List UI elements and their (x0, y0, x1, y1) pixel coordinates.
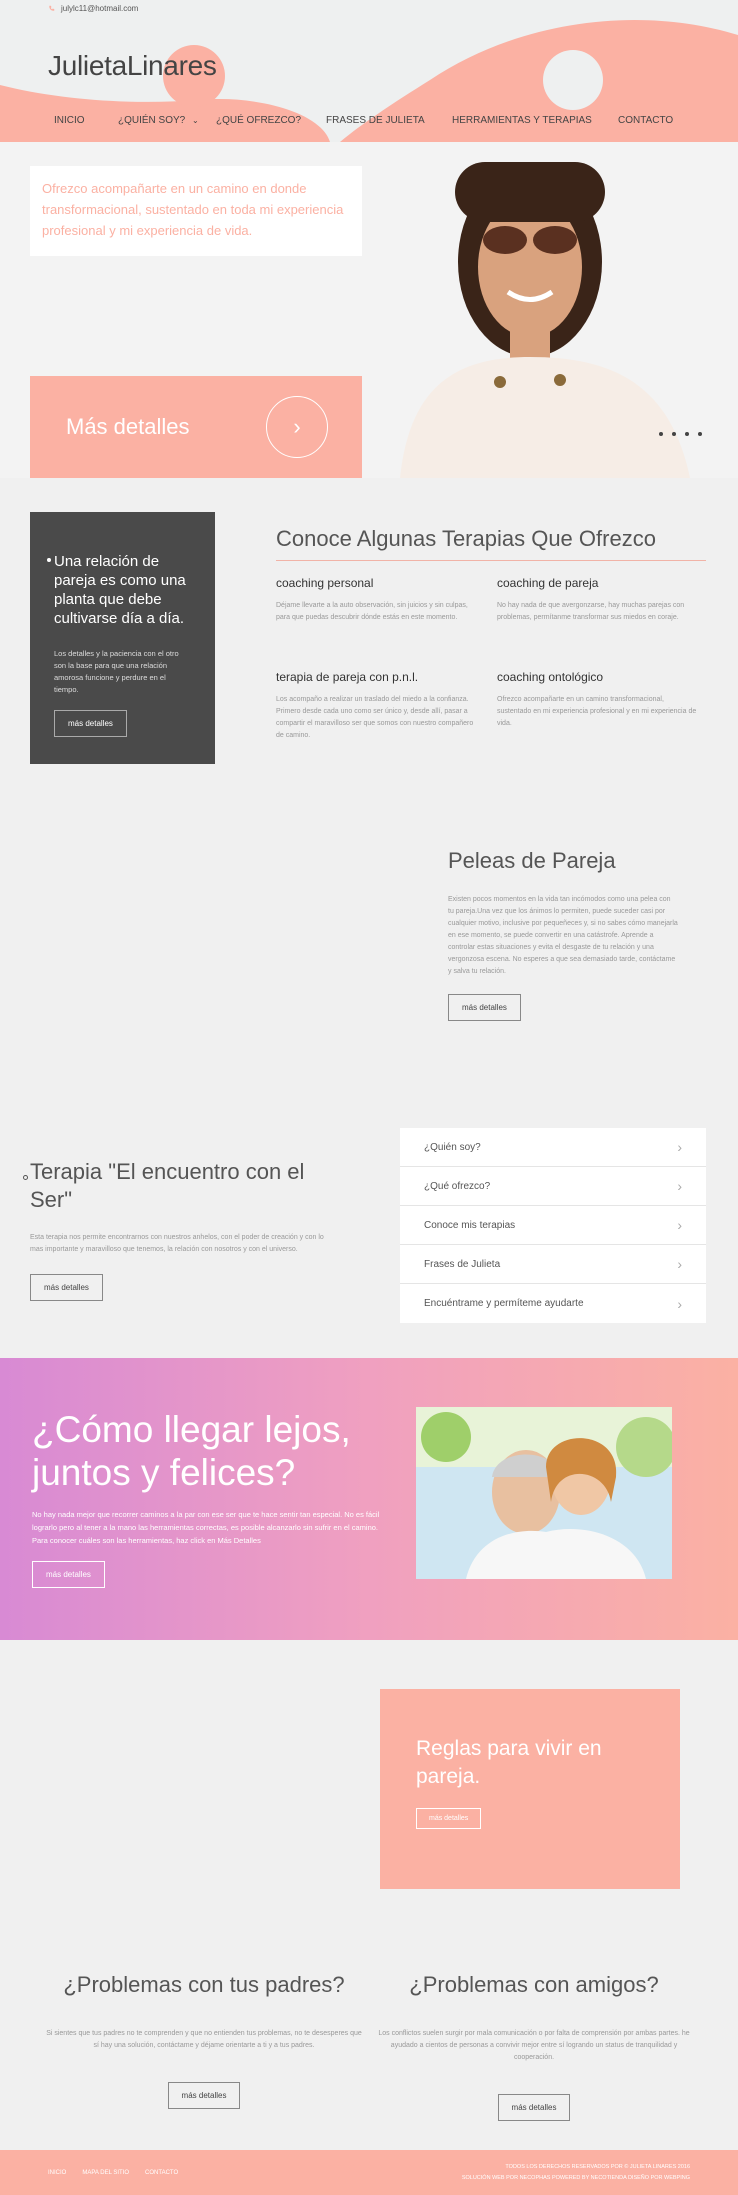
therapy-item[interactable]: coaching de pareja No hay nada de que av… (497, 576, 697, 624)
slider-dot[interactable] (672, 432, 676, 436)
friends-details-button[interactable]: más detalles (497, 2094, 571, 2121)
encounter-text: Esta terapia nos permite encontrarnos co… (30, 1234, 324, 1253)
fights-text: Existen pocos momentos en la vida tan in… (448, 896, 678, 975)
phone-icon (49, 5, 55, 11)
footer-links: INICIO MAPA DEL SITIO CONTACTO (48, 2170, 178, 2176)
slider-dot[interactable] (685, 432, 689, 436)
encounter-section: Terapia "El encuentro con el Ser" Esta t… (30, 1158, 330, 1301)
quote-details-button[interactable]: más detalles (54, 710, 127, 737)
nav-item-que-ofrezco[interactable]: ¿QUÉ OFREZCO? (216, 115, 301, 126)
parents-title: ¿Problemas con tus padres? (63, 1972, 345, 1997)
parents-details-button[interactable]: más detalles (167, 2082, 241, 2109)
fights-title: Peleas de Pareja (448, 848, 616, 873)
footer-link-inicio[interactable]: INICIO (48, 2170, 66, 2176)
menu-item-quien-soy[interactable]: ¿Quién soy? › (400, 1128, 706, 1167)
contact-topbar: julylc11@hotmail.com (48, 4, 138, 13)
couple-photo (416, 1407, 672, 1579)
site-header: julylc11@hotmail.com JulietaLinares INIC… (0, 0, 738, 142)
friends-section: ¿Problemas con amigos? Los conflictos su… (374, 1972, 694, 2121)
parents-text: Si sientes que tus padres no te comprend… (46, 2030, 362, 2049)
nav-item-frases[interactable]: FRASES DE JULIETA (326, 115, 425, 126)
menu-item-label: Encuéntrame y permíteme ayudarte (424, 1298, 584, 1309)
hero-slider: Ofrezco acompañarte en un camino en dond… (0, 142, 738, 478)
slider-dots (659, 432, 702, 436)
chevron-right-icon: › (677, 1178, 682, 1194)
therapy-text: Ofrezco acompañarte en un camino transfo… (497, 696, 697, 727)
parents-section: ¿Problemas con tus padres? Si sientes qu… (44, 1972, 364, 2109)
hero-cta-label: Más detalles (66, 414, 190, 439)
hero-text: Ofrezco acompañarte en un camino en dond… (30, 166, 362, 256)
therapies-title: Conoce Algunas Terapias Que Ofrezco (276, 526, 706, 561)
chevron-right-icon: › (677, 1295, 682, 1312)
chevron-right-icon: › (677, 1217, 682, 1233)
quote-title: Una relación de pareja es como una plant… (54, 553, 186, 627)
menu-item-que-ofrezco[interactable]: ¿Qué ofrezco? › (400, 1167, 706, 1206)
nav-item-quien-soy[interactable]: ¿QUIÉN SOY? ⌄ (118, 115, 199, 126)
menu-item-label: Conoce mis terapias (424, 1219, 516, 1231)
therapy-item[interactable]: coaching ontológico Ofrezco acompañarte … (497, 670, 697, 730)
therapy-text: No hay nada de que avergonzarse, hay muc… (497, 602, 685, 621)
menu-item-label: ¿Quién soy? (424, 1141, 481, 1153)
hero-portrait (380, 142, 738, 478)
encounter-details-button[interactable]: más detalles (30, 1274, 103, 1301)
far-together-text: No hay nada mejor que recorrer caminos a… (32, 1510, 380, 1545)
therapy-item[interactable]: terapia de pareja con p.n.l. Los acompañ… (276, 670, 476, 742)
rules-card: Reglas para vivir en pareja. más detalle… (380, 1689, 680, 1889)
menu-item-label: ¿Qué ofrezco? (424, 1180, 491, 1192)
quote-card: Una relación de pareja es como una plant… (30, 512, 215, 764)
footer-copyright: TODOS LOS DERECHOS RESERVADOS POR © JULI… (462, 2162, 690, 2184)
fights-section: Peleas de Pareja Existen pocos momentos … (448, 848, 678, 1021)
therapy-title: coaching ontológico (497, 670, 604, 684)
nav-item-contacto[interactable]: CONTACTO (618, 115, 673, 126)
chevron-right-icon: › (677, 1256, 682, 1272)
quick-links-menu: ¿Quién soy? › ¿Qué ofrezco? › Conoce mis t… (400, 1128, 706, 1323)
rules-title: Reglas para vivir en pareja. (416, 1737, 602, 1788)
bullet-dot (47, 558, 51, 562)
therapy-title: coaching personal (276, 576, 374, 590)
bullet-dot (23, 1175, 28, 1180)
footer-link-mapa[interactable]: MAPA DEL SITIO (82, 2170, 129, 2176)
site-logo[interactable]: JulietaLinares (48, 50, 217, 82)
friends-title: ¿Problemas con amigos? (409, 1972, 659, 1997)
therapy-item[interactable]: coaching personal Déjame llevarte a la a… (276, 576, 476, 624)
chevron-down-icon: ⌄ (192, 116, 199, 125)
encounter-title: Terapia "El encuentro con el Ser" (30, 1159, 305, 1212)
menu-item-terapias[interactable]: Conoce mis terapias › (400, 1206, 706, 1245)
far-together-title: ¿Cómo llegar lejos, juntos y felices? (32, 1409, 351, 1493)
menu-item-contacto[interactable]: Encuéntrame y permíteme ayudarte › (400, 1284, 706, 1323)
footer-link-contacto[interactable]: CONTACTO (145, 2170, 178, 2176)
chevron-right-icon[interactable]: › (266, 396, 328, 458)
menu-item-label: Frases de Julieta (424, 1258, 501, 1270)
far-together-details-button[interactable]: más detalles (32, 1561, 105, 1588)
arrow-glyph: › (293, 414, 301, 439)
copyright-line: TODOS LOS DERECHOS RESERVADOS POR © JULI… (505, 2164, 690, 2170)
site-footer: INICIO MAPA DEL SITIO CONTACTO TODOS LOS… (0, 2150, 738, 2195)
rules-details-button[interactable]: más detalles (416, 1808, 482, 1829)
therapy-text: Déjame llevarte a la auto observación, s… (276, 602, 468, 621)
quote-text: Los detalles y la paciencia con el otro … (54, 649, 179, 694)
therapy-title: terapia de pareja con p.n.l. (276, 670, 419, 684)
slider-dot[interactable] (698, 432, 702, 436)
menu-item-frases[interactable]: Frases de Julieta › (400, 1245, 706, 1284)
contact-email[interactable]: julylc11@hotmail.com (61, 4, 138, 13)
nav-item-label: ¿QUIÉN SOY? (118, 115, 186, 126)
friends-text: Los conflictos suelen surgir por mala co… (378, 2030, 690, 2061)
slider-dot[interactable] (659, 432, 663, 436)
credits-line[interactable]: SOLUCIÓN WEB POR NECOPHAS POWERED BY NEC… (462, 2173, 690, 2184)
hero-cta-button[interactable]: Más detalles › (30, 376, 362, 478)
nav-item-herramientas[interactable]: HERRAMIENTAS Y TERAPIAS (452, 115, 592, 126)
fights-details-button[interactable]: más detalles (448, 994, 521, 1021)
nav-item-inicio[interactable]: INICIO (54, 115, 85, 126)
chevron-right-icon: › (677, 1139, 682, 1155)
therapy-title: coaching de pareja (497, 576, 599, 590)
therapy-text: Los acompaño a realizar un traslado del … (276, 696, 474, 739)
